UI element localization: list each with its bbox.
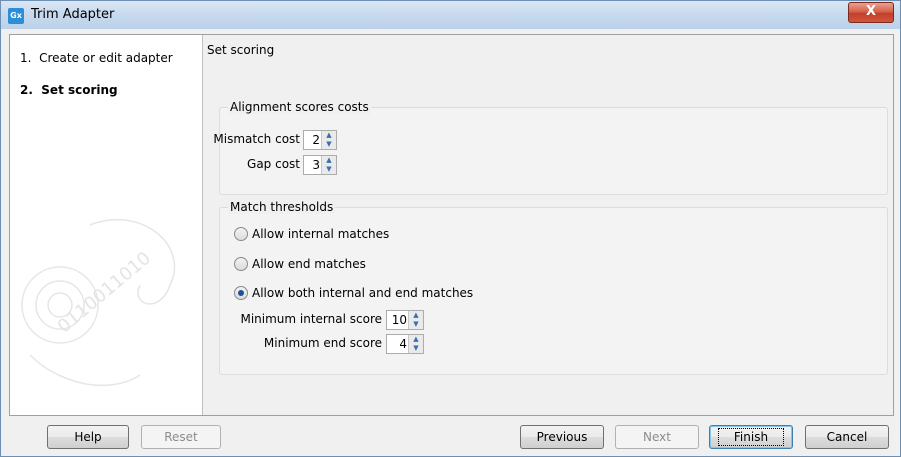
- wizard-steps-panel: 1. Create or edit adapter 2. Set scoring: [10, 35, 203, 415]
- step-label: Create or edit adapter: [39, 51, 173, 65]
- finish-label: Finish: [717, 428, 785, 446]
- title-bar[interactable]: Gx Trim Adapter X: [1, 1, 900, 29]
- min-end-score-row: Minimum end score: [230, 333, 382, 353]
- match-thresholds-group: Match thresholds Allow internal matches …: [219, 200, 888, 375]
- mismatch-cost-value: 2: [312, 133, 320, 147]
- spin-down-icon[interactable]: ▼: [411, 320, 421, 328]
- watermark-text: 0110011010: [54, 248, 155, 338]
- spin-down-icon[interactable]: ▼: [324, 140, 334, 148]
- radio-both-matches[interactable]: Allow both internal and end matches: [234, 283, 534, 303]
- app-icon: Gx: [8, 8, 24, 24]
- min-internal-score-spinner[interactable]: 10 ▲ ▼: [386, 310, 424, 330]
- gap-cost-value: 3: [312, 158, 320, 172]
- min-end-score-label: Minimum end score: [263, 336, 382, 350]
- min-internal-score-label: Minimum internal score: [240, 312, 382, 326]
- radio-button-selected[interactable]: [234, 286, 248, 300]
- step-number: 1.: [20, 51, 32, 65]
- radio-label: Allow end matches: [252, 257, 366, 271]
- spin-down-icon[interactable]: ▼: [324, 165, 334, 173]
- group-title: Alignment scores costs: [228, 100, 371, 114]
- mismatch-cost-spinner[interactable]: 2 ▲ ▼: [303, 130, 337, 150]
- min-end-score-value: 4: [399, 337, 407, 351]
- radio-internal-matches[interactable]: Allow internal matches: [234, 224, 534, 244]
- spin-up-icon[interactable]: ▲: [411, 311, 421, 319]
- step-number: 2.: [20, 83, 33, 97]
- mismatch-cost-label: Mismatch cost: [213, 132, 300, 146]
- radio-end-matches[interactable]: Allow end matches: [234, 254, 534, 274]
- radio-label: Allow internal matches: [252, 227, 390, 241]
- scoring-panel: Set scoring Alignment scores costs Misma…: [203, 35, 893, 415]
- radio-label: Allow both internal and end matches: [252, 286, 474, 300]
- radio-button[interactable]: [234, 227, 248, 241]
- min-internal-score-row: Minimum internal score: [230, 309, 382, 329]
- close-button[interactable]: X: [848, 2, 894, 23]
- min-internal-score-value: 10: [391, 313, 407, 327]
- gap-cost-label: Gap cost: [247, 157, 300, 171]
- close-icon: X: [865, 4, 877, 19]
- watermark-swirl-icon: 0110011010: [21, 219, 176, 387]
- cancel-button[interactable]: Cancel: [805, 425, 889, 449]
- radio-button[interactable]: [234, 257, 248, 271]
- trim-adapter-dialog: Gx Trim Adapter X 1. Create or edit adap…: [0, 0, 901, 457]
- dialog-body: 1. Create or edit adapter 2. Set scoring: [9, 34, 894, 416]
- alignment-costs-group: Alignment scores costs Mismatch cost 2 ▲…: [213, 100, 888, 195]
- spin-down-icon[interactable]: ▼: [411, 344, 421, 352]
- spin-up-icon[interactable]: ▲: [411, 335, 421, 343]
- gap-cost-spinner[interactable]: 3 ▲ ▼: [303, 155, 337, 175]
- mismatch-cost-row: Mismatch cost: [213, 129, 300, 149]
- spin-up-icon[interactable]: ▲: [324, 131, 334, 139]
- min-end-score-spinner[interactable]: 4 ▲ ▼: [386, 334, 424, 354]
- reset-button[interactable]: Reset: [141, 425, 221, 449]
- previous-button[interactable]: Previous: [520, 425, 604, 449]
- panel-heading: Set scoring: [207, 43, 275, 57]
- finish-button[interactable]: Finish: [709, 425, 793, 449]
- next-button[interactable]: Next: [615, 425, 699, 449]
- wizard-step-set-scoring: 2. Set scoring: [20, 81, 173, 113]
- gap-cost-row: Gap cost: [222, 154, 300, 174]
- spin-up-icon[interactable]: ▲: [324, 156, 334, 164]
- help-button[interactable]: Help: [47, 425, 129, 449]
- wizard-step-create-adapter: 1. Create or edit adapter: [20, 49, 173, 81]
- window-title: Trim Adapter: [31, 7, 115, 22]
- step-label: Set scoring: [41, 83, 118, 97]
- group-title: Match thresholds: [228, 200, 336, 214]
